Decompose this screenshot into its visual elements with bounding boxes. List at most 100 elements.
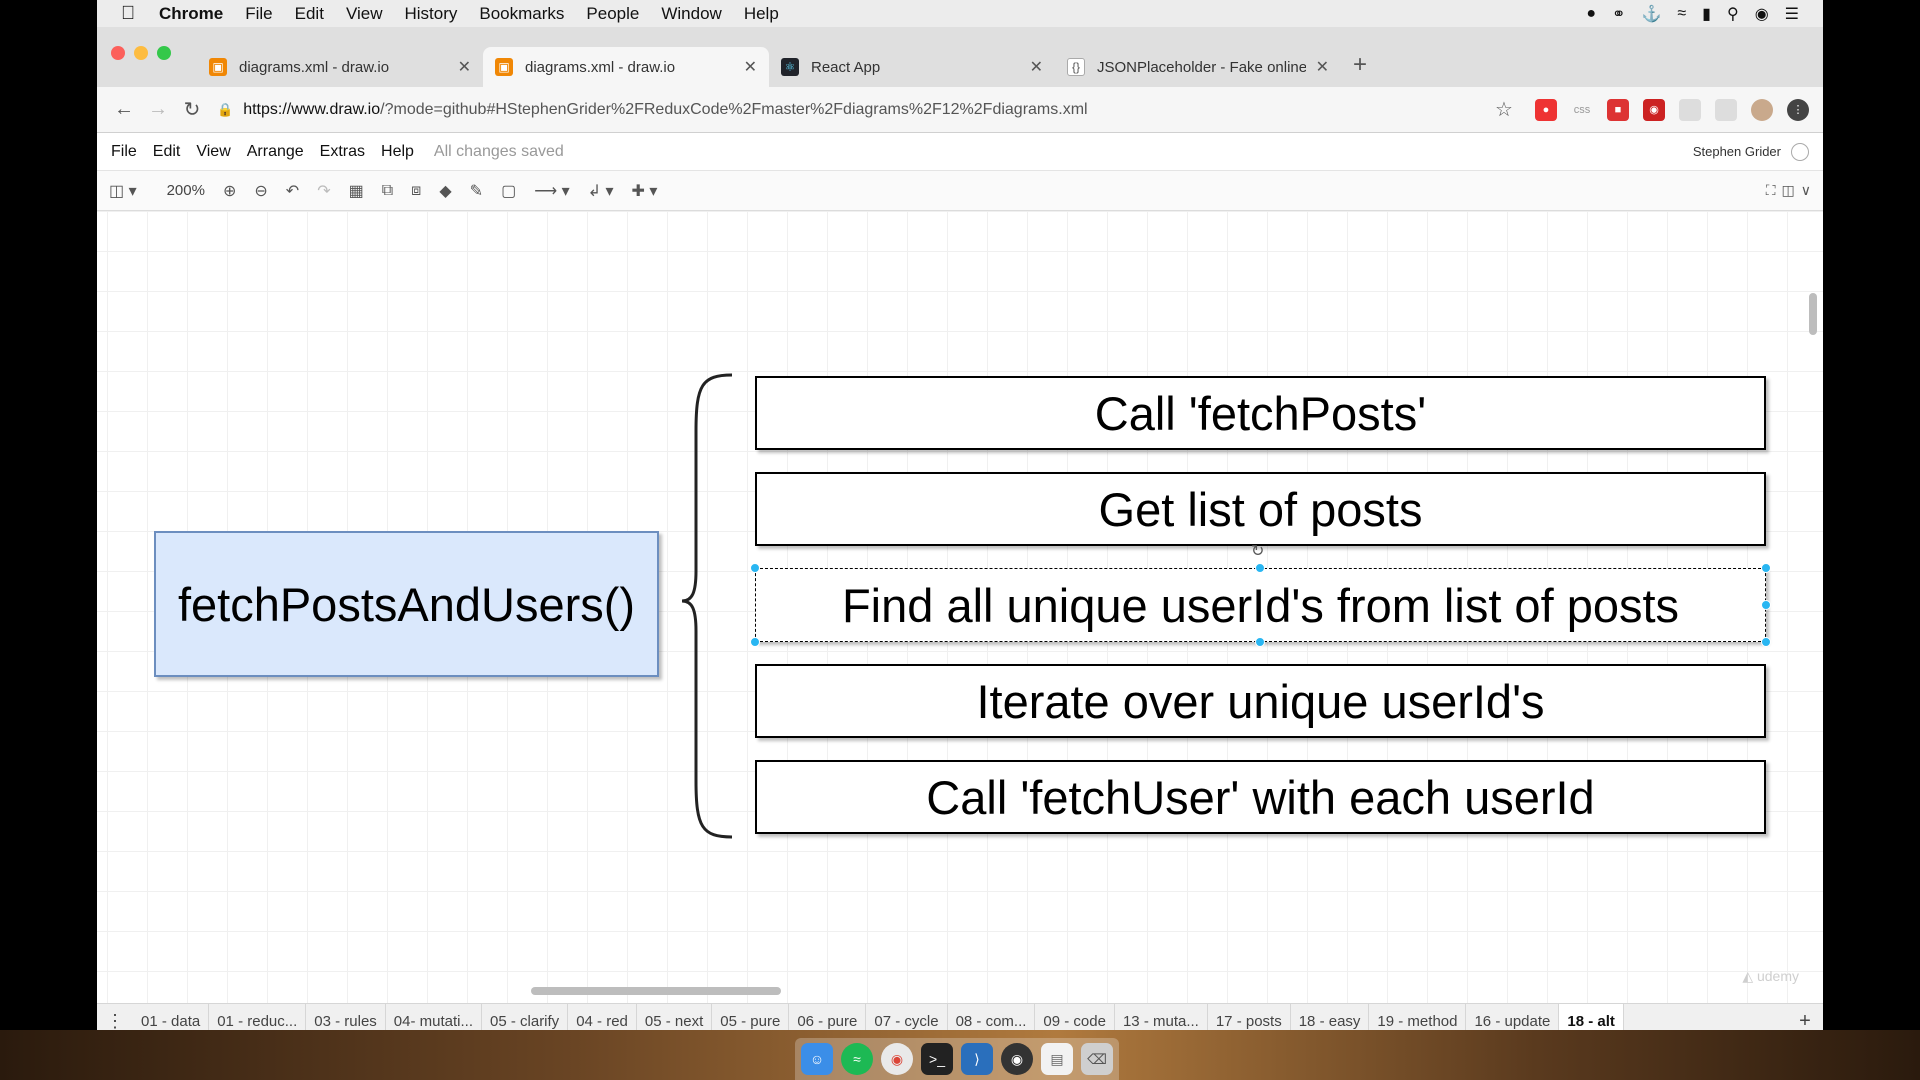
browser-tab-active[interactable]: ▣ diagrams.xml - draw.io ✕ xyxy=(483,47,769,87)
new-tab-button[interactable]: + xyxy=(1353,51,1367,79)
notification-center-icon[interactable]: ☰ xyxy=(1785,4,1799,24)
main-function-box[interactable]: fetchPostsAndUsers() xyxy=(154,531,659,677)
shadow-icon[interactable]: ▢ xyxy=(501,181,516,201)
rotate-handle-icon[interactable]: ↻ xyxy=(1251,541,1264,561)
pages-menu-icon[interactable]: ⋮ xyxy=(97,1011,133,1032)
minimize-window-button[interactable] xyxy=(134,46,148,60)
menu-view[interactable]: View xyxy=(346,4,383,24)
glasses-icon[interactable]: ⚭ xyxy=(1612,4,1625,24)
chrome-icon[interactable]: ◉ xyxy=(881,1043,913,1075)
format-panel-icon[interactable]: ◫ ▾ xyxy=(109,181,137,201)
browser-tab[interactable]: ▣ diagrams.xml - draw.io ✕ xyxy=(197,47,483,87)
browser-window: ▣ diagrams.xml - draw.io ✕ ▣ diagrams.xm… xyxy=(97,27,1823,1040)
tab-close-icon[interactable]: ✕ xyxy=(1316,57,1329,77)
drawio-menu-file[interactable]: File xyxy=(111,143,137,161)
step-box-selected[interactable]: Find all unique userId's from list of po… xyxy=(755,568,1766,642)
waypoints-icon[interactable]: ↲ ▾ xyxy=(588,181,614,201)
menu-window[interactable]: Window xyxy=(661,4,721,24)
docker-icon[interactable]: ⚓ xyxy=(1641,4,1661,24)
to-back-icon[interactable]: ⧈ xyxy=(411,182,421,200)
tab-close-icon[interactable]: ✕ xyxy=(458,57,471,77)
zoom-out-icon[interactable]: ⊖ xyxy=(254,181,267,201)
apple-icon[interactable]:  xyxy=(121,3,143,25)
resize-handle[interactable] xyxy=(1761,563,1771,573)
resize-handle[interactable] xyxy=(750,637,760,647)
menu-bookmarks[interactable]: Bookmarks xyxy=(479,4,564,24)
tab-title: React App xyxy=(811,58,881,76)
resize-handle[interactable] xyxy=(1255,637,1265,647)
extension-icon[interactable] xyxy=(1715,98,1737,121)
extension-icon[interactable]: ● xyxy=(1535,98,1557,121)
downloads-folder-icon[interactable]: ▤ xyxy=(1041,1043,1073,1075)
siri-icon[interactable]: ◉ xyxy=(1755,4,1769,24)
menu-file[interactable]: File xyxy=(245,4,272,24)
menu-people[interactable]: People xyxy=(586,4,639,24)
resize-handle[interactable] xyxy=(750,563,760,573)
user-name[interactable]: Stephen Grider xyxy=(1693,144,1781,159)
resize-handle[interactable] xyxy=(1761,600,1771,610)
resize-handle[interactable] xyxy=(1255,563,1265,573)
menu-edit[interactable]: Edit xyxy=(295,4,324,24)
css-extension[interactable]: css xyxy=(1571,99,1593,121)
drawio-menu-extras[interactable]: Extras xyxy=(320,143,365,161)
chrome-menu-icon[interactable]: ⋮ xyxy=(1787,98,1809,121)
brace-path xyxy=(682,373,733,839)
browser-tab[interactable]: {} JSONPlaceholder - Fake online ✕ xyxy=(1055,47,1341,87)
menu-app-name[interactable]: Chrome xyxy=(159,4,223,24)
maximize-window-button[interactable] xyxy=(157,46,171,60)
bookmark-star-icon[interactable]: ☆ xyxy=(1487,97,1521,122)
fullscreen-icon[interactable]: ⛶ xyxy=(1766,182,1776,199)
tab-close-icon[interactable]: ✕ xyxy=(744,57,757,77)
panel-toggle-icon[interactable]: ◫ xyxy=(1782,182,1795,199)
drawio-menu-help[interactable]: Help xyxy=(381,143,414,161)
resize-handle[interactable] xyxy=(1761,637,1771,647)
extension-icon[interactable]: ■ xyxy=(1607,98,1629,121)
zoom-in-icon[interactable]: ⊕ xyxy=(223,181,236,201)
battery-icon[interactable]: ▮ xyxy=(1702,4,1711,24)
close-window-button[interactable] xyxy=(111,46,125,60)
browser-tab[interactable]: ⚛ React App ✕ xyxy=(769,47,1055,87)
spotify-icon[interactable]: ≈ xyxy=(841,1043,873,1075)
insert-icon[interactable]: ✚ ▾ xyxy=(632,181,658,201)
spotlight-search-icon[interactable]: ⚲ xyxy=(1727,4,1739,24)
record-icon[interactable]: ● xyxy=(1586,5,1596,23)
drawio-menu-arrange[interactable]: Arrange xyxy=(247,143,304,161)
line-color-icon[interactable]: ✎ xyxy=(470,181,483,201)
reload-button[interactable]: ↻ xyxy=(175,97,209,122)
diagram-canvas[interactable]: fetchPostsAndUsers() Call 'fetchPosts' G… xyxy=(97,211,1823,1003)
delete-icon[interactable]: ▦ xyxy=(349,181,364,201)
horizontal-scrollbar[interactable] xyxy=(531,987,781,995)
terminal-icon[interactable]: >_ xyxy=(921,1043,953,1075)
undo-icon[interactable]: ↶ xyxy=(286,181,299,201)
step-box[interactable]: Call 'fetchUser' with each userId xyxy=(755,760,1766,834)
url-bar[interactable]: 🔒 https://www.draw.io/?mode=github#HStep… xyxy=(217,94,1475,126)
step-box[interactable]: Iterate over unique userId's xyxy=(755,664,1766,738)
step-box[interactable]: Get list of posts xyxy=(755,472,1766,546)
forward-button[interactable]: → xyxy=(141,98,175,121)
drawio-menu-edit[interactable]: Edit xyxy=(153,143,181,161)
tab-close-icon[interactable]: ✕ xyxy=(1030,57,1043,77)
redo-icon[interactable]: ↷ xyxy=(317,181,330,201)
obs-icon[interactable]: ◉ xyxy=(1001,1043,1033,1075)
menu-history[interactable]: History xyxy=(404,4,457,24)
back-button[interactable]: ← xyxy=(107,98,141,121)
to-front-icon[interactable]: ⧉ xyxy=(382,182,393,200)
vscode-icon[interactable]: ⟩ xyxy=(961,1043,993,1075)
zoom-select[interactable]: 200% xyxy=(167,182,205,199)
menu-help[interactable]: Help xyxy=(744,4,779,24)
trash-icon[interactable]: ⌫ xyxy=(1081,1043,1113,1075)
lock-icon[interactable]: 🔒 xyxy=(217,102,233,118)
drawio-icon: ▣ xyxy=(209,58,227,76)
fill-color-icon[interactable]: ◆ xyxy=(439,181,451,201)
wifi-icon[interactable]: ≈ xyxy=(1677,5,1686,23)
extension-icon[interactable] xyxy=(1679,98,1701,121)
connection-icon[interactable]: ⟶ ▾ xyxy=(534,181,569,201)
language-globe-icon[interactable] xyxy=(1791,142,1809,161)
extension-icon[interactable]: ◉ xyxy=(1643,98,1665,121)
drawio-menu-view[interactable]: View xyxy=(196,143,230,161)
profile-avatar[interactable] xyxy=(1751,98,1773,121)
step-box[interactable]: Call 'fetchPosts' xyxy=(755,376,1766,450)
finder-icon[interactable]: ☺ xyxy=(801,1043,833,1075)
vertical-scrollbar[interactable] xyxy=(1809,293,1817,335)
collapse-icon[interactable]: ∨ xyxy=(1801,182,1811,199)
